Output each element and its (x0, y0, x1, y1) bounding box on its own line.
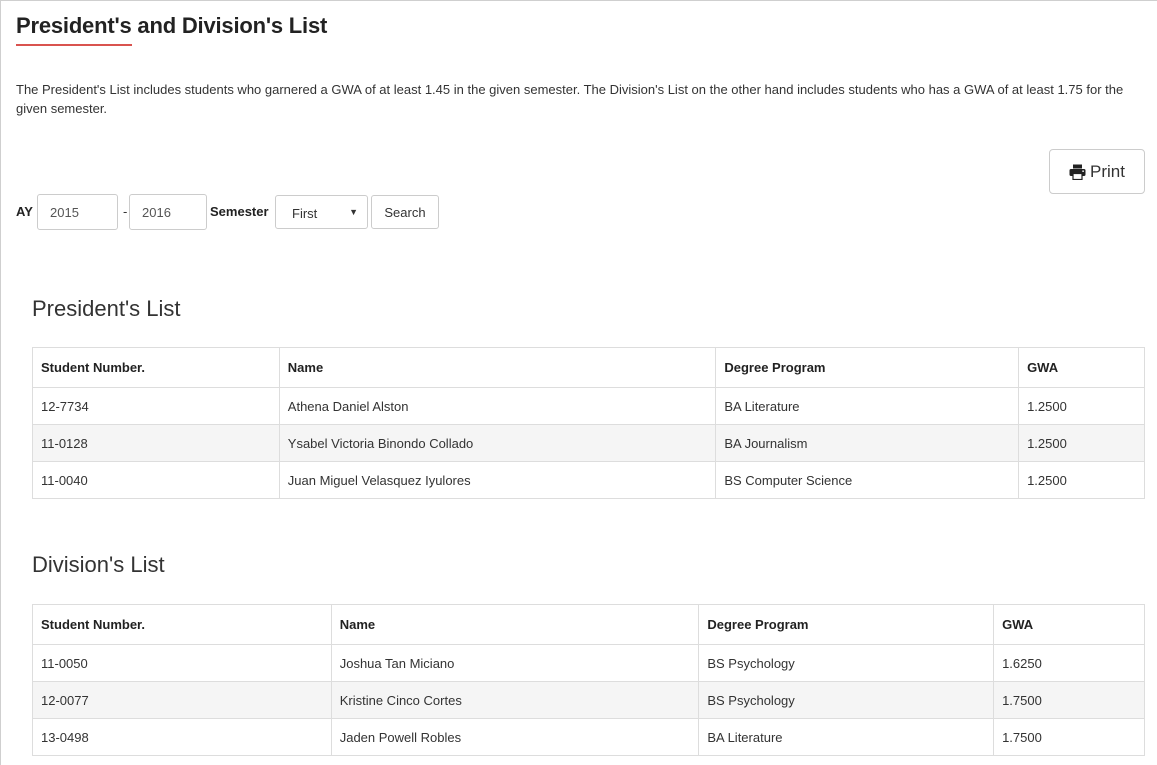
table-row: 12-7734 Athena Daniel Alston BA Literatu… (32, 387, 1145, 425)
print-button[interactable]: Print (1049, 149, 1145, 194)
degree-program-cell: BS Computer Science (715, 461, 1020, 499)
degree-program-cell: BA Journalism (715, 424, 1020, 462)
name-cell: Athena Daniel Alston (278, 387, 717, 425)
table-header-row: Student Number. Name Degree Program GWA (32, 604, 1145, 645)
table-row: 11-0040 Juan Miguel Velasquez Iyulores B… (32, 461, 1145, 499)
name-cell: Jaden Powell Robles (330, 718, 700, 756)
degree-program-cell: BS Psychology (698, 644, 995, 682)
student-number-cell: 13-0498 (32, 718, 332, 756)
ay-end-input[interactable] (129, 194, 207, 230)
table-row: 13-0498 Jaden Powell Robles BA Literatur… (32, 718, 1145, 756)
search-button[interactable]: Search (371, 195, 439, 229)
search-button-label: Search (384, 204, 426, 220)
intro-text: The President's List includes students w… (16, 82, 1124, 116)
student-number-cell: 12-7734 (32, 387, 280, 425)
chevron-down-icon: ▼ (349, 207, 358, 217)
name-cell: Ysabel Victoria Binondo Collado (278, 424, 717, 462)
gwa-cell: 1.6250 (993, 644, 1145, 682)
column-header: Degree Program (698, 604, 995, 645)
semester-value: First (292, 206, 318, 221)
name-cell: Kristine Cinco Cortes (330, 681, 700, 719)
degree-program-cell: BS Psychology (698, 681, 995, 719)
student-number-cell: 11-0050 (32, 644, 332, 682)
name-cell: Joshua Tan Miciano (330, 644, 700, 682)
gwa-cell: 1.2500 (1018, 424, 1145, 462)
semester-label: Semester (210, 204, 269, 219)
degree-program-cell: BA Literature (715, 387, 1020, 425)
column-header: Name (330, 604, 700, 645)
title-underline (16, 44, 132, 46)
presidents-list-title: President's List (32, 296, 181, 321)
print-label: Print (1090, 161, 1125, 181)
gwa-cell: 1.2500 (1018, 461, 1145, 499)
printer-icon (1069, 164, 1086, 180)
column-header: Name (278, 347, 717, 388)
search-form: AY - Semester First ▼ Search (0, 194, 600, 230)
table-row: 12-0077 Kristine Cinco Cortes BS Psychol… (32, 681, 1145, 719)
column-header: Student Number. (32, 347, 280, 388)
page-title: President's and Division's List (16, 13, 328, 38)
semester-select[interactable]: First ▼ (275, 195, 368, 229)
column-header: Degree Program (715, 347, 1020, 388)
gwa-cell: 1.7500 (993, 681, 1145, 719)
ay-start-input[interactable] (37, 194, 118, 230)
student-number-cell: 12-0077 (32, 681, 332, 719)
gwa-cell: 1.7500 (993, 718, 1145, 756)
ay-separator: - (123, 204, 128, 219)
column-header: Student Number. (32, 604, 332, 645)
student-number-cell: 11-0128 (32, 424, 280, 462)
degree-program-cell: BA Literature (698, 718, 995, 756)
gwa-cell: 1.2500 (1018, 387, 1145, 425)
divisions-list-title: Division's List (32, 552, 165, 577)
ay-label: AY (16, 204, 33, 219)
presidents-list-table: Student Number. Name Degree Program GWA … (32, 347, 1145, 499)
column-header: GWA (993, 604, 1145, 645)
table-row: 11-0128 Ysabel Victoria Binondo Collado … (32, 424, 1145, 462)
name-cell: Juan Miguel Velasquez Iyulores (278, 461, 717, 499)
divisions-list-table: Student Number. Name Degree Program GWA … (32, 604, 1145, 756)
student-number-cell: 11-0040 (32, 461, 280, 499)
table-header-row: Student Number. Name Degree Program GWA (32, 347, 1145, 388)
column-header: GWA (1018, 347, 1145, 388)
table-row: 11-0050 Joshua Tan Miciano BS Psychology… (32, 644, 1145, 682)
